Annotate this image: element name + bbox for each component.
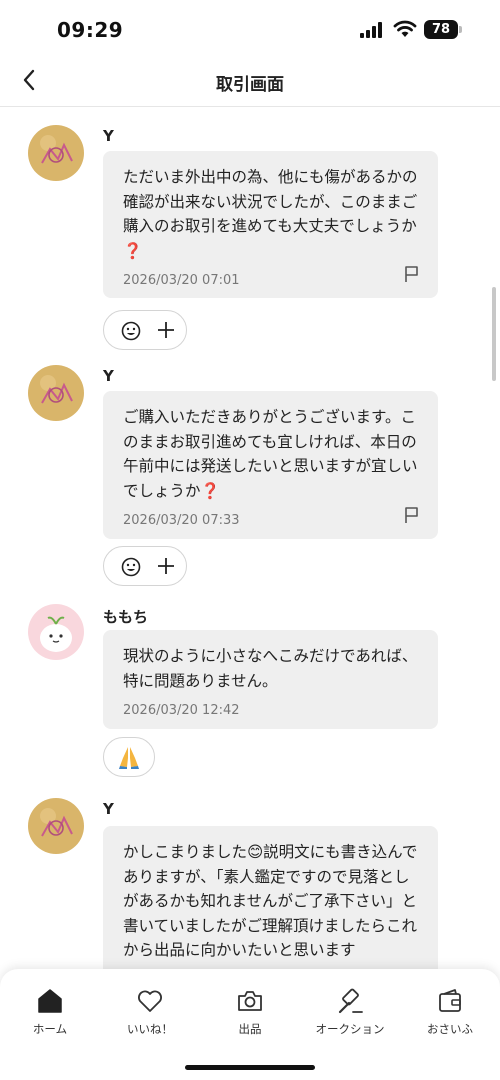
emoji-face-icon: [121, 557, 141, 577]
message-text: 現状のように小さなへこみだけであれば、特に問題ありません。: [123, 647, 418, 690]
message-list[interactable]: Y ただいま外出中の為、他にも傷があるかの確認が出来ない状況でしたが、このままご…: [0, 107, 500, 969]
plus-icon: [158, 322, 174, 338]
home-indicator: [185, 1065, 315, 1070]
sender-name: Y: [103, 367, 114, 385]
add-reaction-button[interactable]: [103, 546, 187, 586]
status-bar: 09:29 78: [0, 0, 500, 60]
message-bubble: 現状のように小さなへこみだけであれば、特に問題ありません。 2026/03/20…: [103, 630, 438, 729]
emoji-face-icon: [121, 321, 141, 341]
battery-indicator: 78: [424, 20, 458, 39]
message-timestamp: 2026/03/20 07:33: [123, 513, 240, 528]
nav-item-home[interactable]: ホーム: [0, 987, 100, 1037]
nav-label: オークション: [315, 1022, 385, 1036]
wifi-icon: [393, 20, 417, 37]
avatar-momochi[interactable]: [28, 604, 84, 660]
scrollbar[interactable]: [492, 287, 496, 381]
header: 取引画面: [0, 60, 500, 107]
nav-label: ホーム: [32, 1022, 68, 1036]
avatar-y[interactable]: [28, 798, 84, 854]
message-timestamp: 2026/03/20 12:42: [123, 703, 240, 718]
page-title: 取引画面: [216, 75, 284, 95]
nav-item-listing[interactable]: 出品: [200, 987, 300, 1037]
camera-icon: [238, 991, 262, 1011]
heart-icon: [138, 990, 162, 1012]
sender-name: ももち: [103, 608, 149, 626]
reaction-badge[interactable]: [103, 737, 155, 777]
nav-item-likes[interactable]: いいね！: [100, 987, 200, 1037]
message-text: かしこまりました😊説明文にも書き込んでありますが、「素人鑑定ですので見落としがあ…: [123, 843, 418, 959]
status-time: 09:29: [57, 18, 124, 42]
message-bubble: ただいま外出中の為、他にも傷があるかの確認が出来ない状況でしたが、このままご購入…: [103, 151, 438, 298]
avatar-y[interactable]: [28, 365, 84, 421]
message-text: ただいま外出中の為、他にも傷があるかの確認が出来ない状況でしたが、このままご購入…: [123, 168, 418, 260]
sender-name: Y: [103, 800, 114, 818]
message-bubble: ご購入いただきありがとうございます。このままお取引進めても宜しければ、本日の午前…: [103, 391, 438, 539]
report-flag-icon[interactable]: [404, 265, 420, 283]
bottom-nav: ホーム いいね！ 出品 オークション おさいふ: [0, 969, 500, 1080]
home-icon: [38, 989, 62, 1013]
sender-name: Y: [103, 127, 114, 145]
wallet-icon: [439, 989, 461, 1012]
avatar-y[interactable]: [28, 125, 84, 181]
message-bubble: かしこまりました😊説明文にも書き込んでありますが、「素人鑑定ですので見落としがあ…: [103, 826, 438, 969]
plus-icon: [158, 558, 174, 574]
gavel-icon: [338, 988, 363, 1014]
nav-label: 出品: [238, 1022, 262, 1036]
add-reaction-button[interactable]: [103, 310, 187, 350]
cellular-signal-icon: [360, 22, 382, 38]
battery-tip: [459, 26, 462, 33]
nav-item-auction[interactable]: オークション: [300, 987, 400, 1037]
nav-item-wallet[interactable]: おさいふ: [400, 987, 500, 1037]
message-timestamp: 2026/03/20 07:01: [123, 273, 240, 288]
praying-hands-icon: [119, 747, 139, 769]
nav-label: おさいふ: [427, 1022, 473, 1036]
message-text: ご購入いただきありがとうございます。このままお取引進めても宜しければ、本日の午前…: [123, 408, 418, 500]
report-flag-icon[interactable]: [404, 506, 420, 524]
nav-label: いいね！: [127, 1022, 173, 1036]
